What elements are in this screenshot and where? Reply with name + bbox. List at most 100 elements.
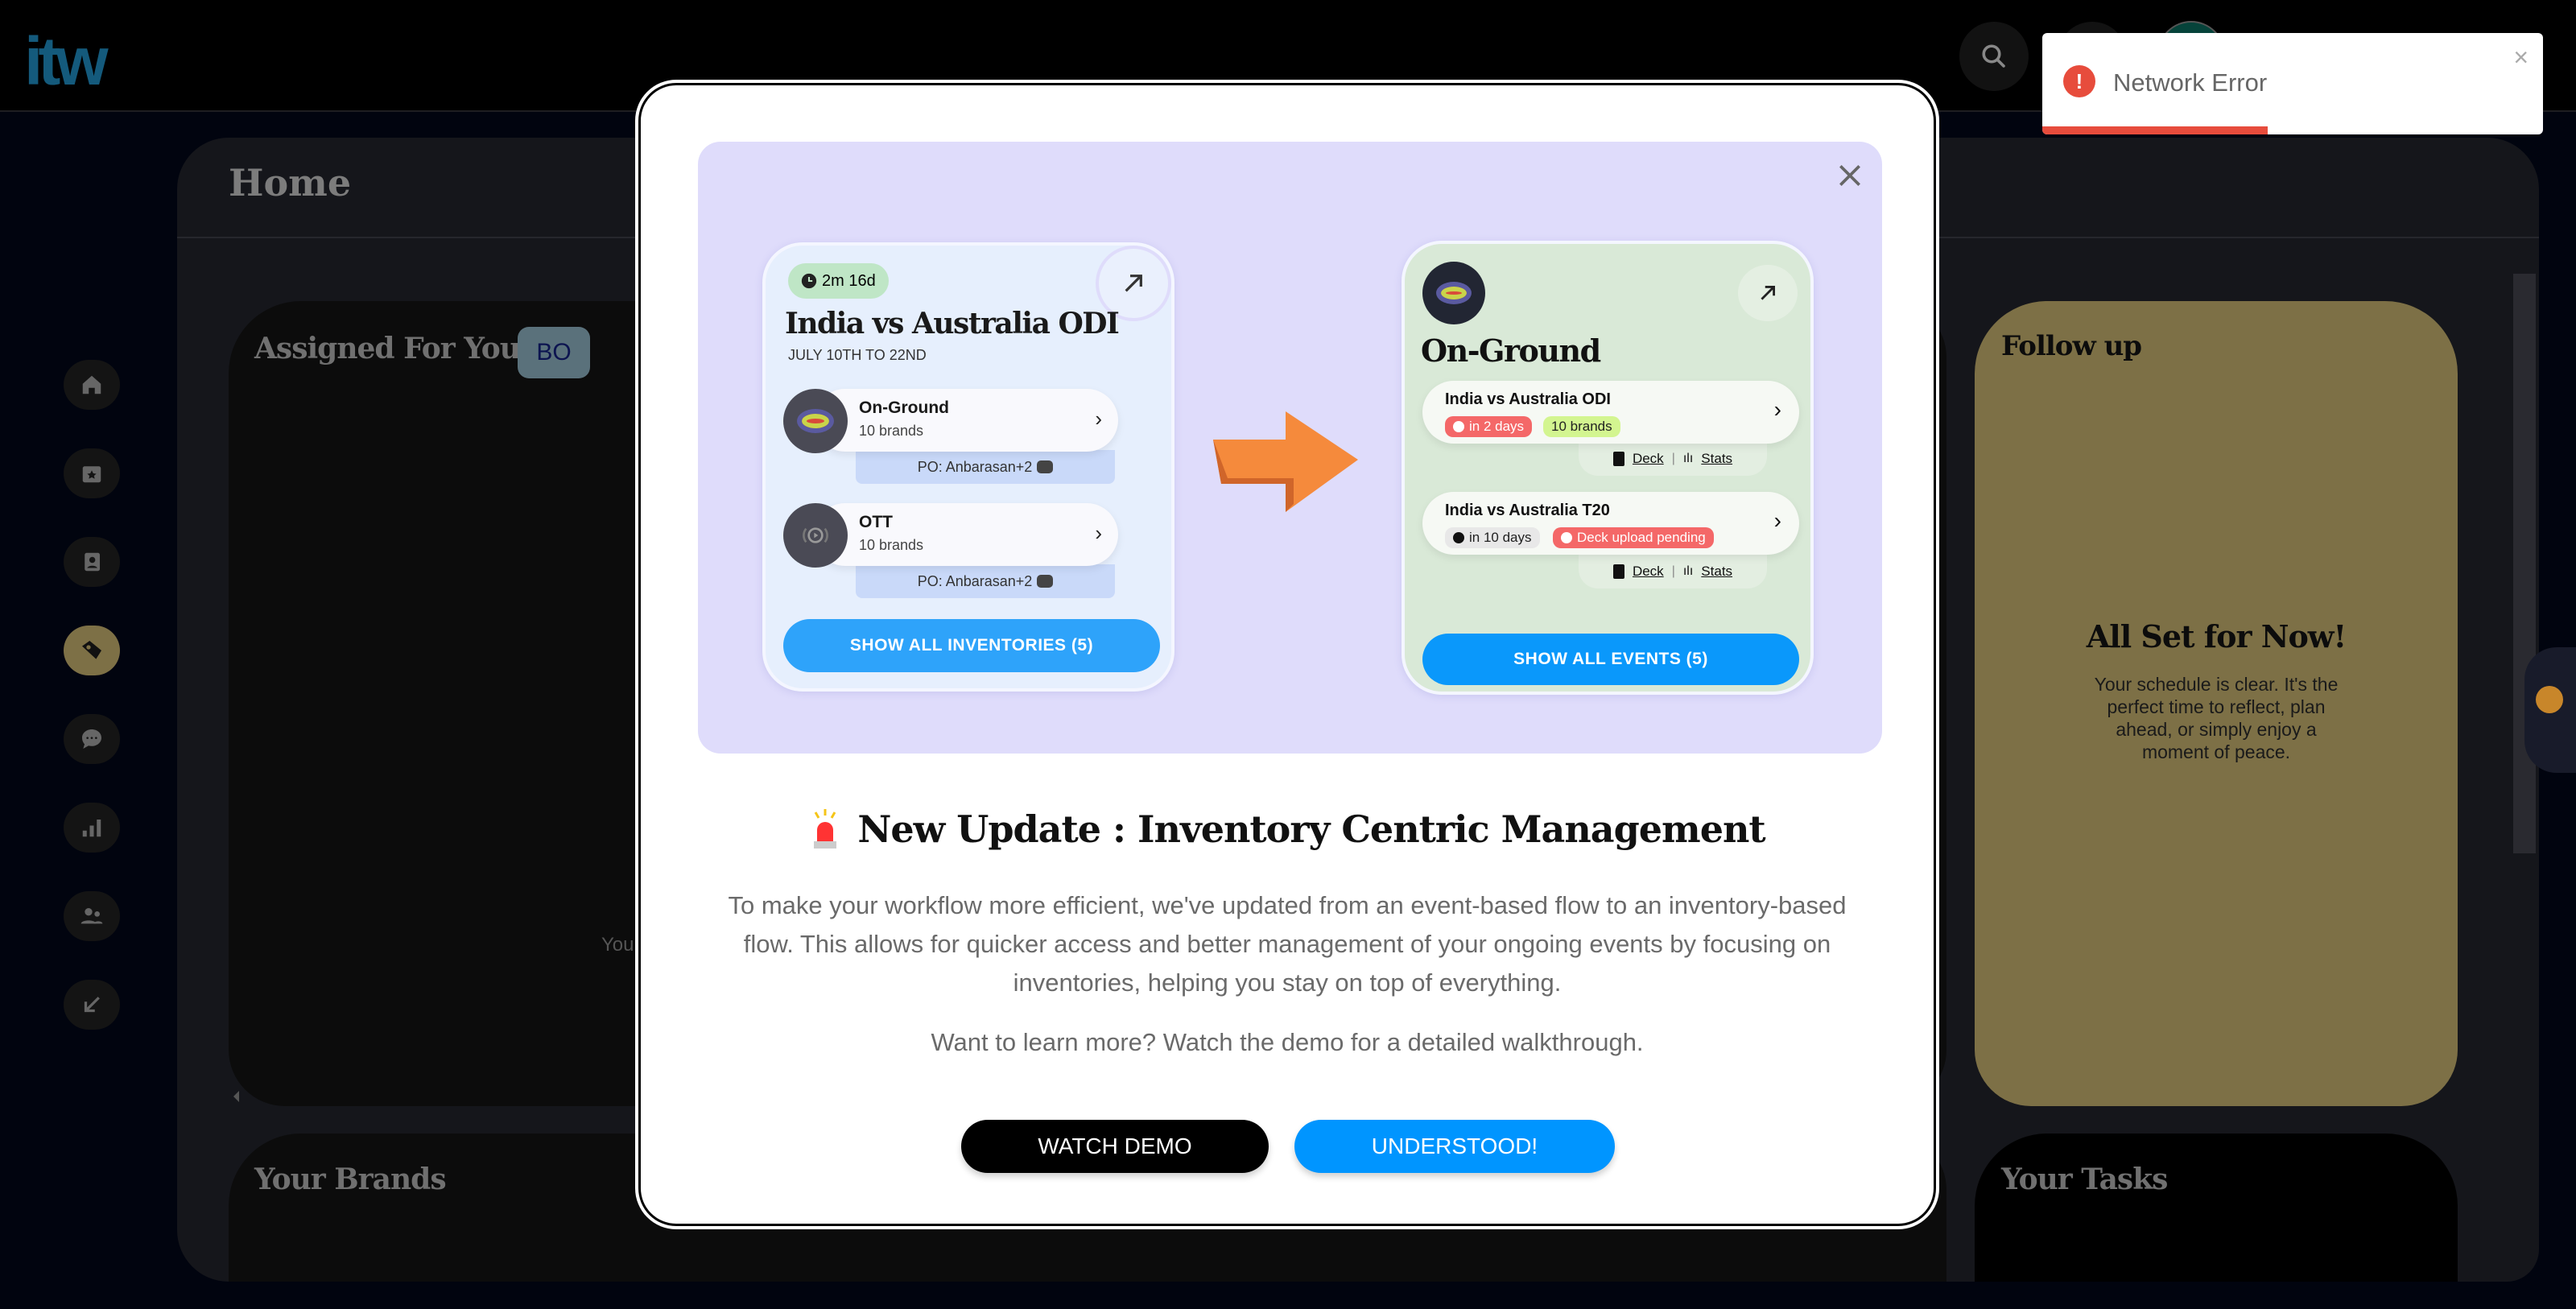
toast-message: Network Error — [2113, 68, 2268, 97]
toast-progress-bar — [2042, 126, 2268, 134]
close-icon — [1839, 165, 1860, 186]
warning-text: Deck upload pending — [1577, 530, 1706, 545]
timer-text: 2m 16d — [822, 271, 876, 290]
event-name: India vs Australia ODI — [1445, 390, 1611, 408]
tasks-card — [1975, 1134, 2458, 1282]
sidebar-item-messages[interactable] — [64, 714, 120, 764]
deck-link: Deck — [1632, 451, 1664, 466]
error-toast: ! Network Error × — [2042, 33, 2543, 134]
close-button[interactable] — [1834, 159, 1866, 192]
follow-up-empty-title: All Set for Now! — [2086, 618, 2347, 654]
modal-title-row: New Update : Inventory Centric Managemen… — [643, 807, 1931, 851]
users-icon — [80, 908, 103, 924]
sidebar-item-home[interactable] — [64, 360, 120, 410]
inventory-brands: 10 brands — [859, 537, 924, 553]
inventory-row: OTT 10 brands › — [814, 503, 1118, 566]
document-icon — [1612, 452, 1624, 466]
stats-icon: ılı — [1682, 564, 1694, 578]
contacts-icon — [85, 552, 100, 572]
toast-close-icon[interactable]: × — [2513, 43, 2529, 72]
clock-icon — [1453, 532, 1464, 543]
modal-description: To make your workflow more efficient, we… — [728, 891, 1847, 997]
logo[interactable]: itw — [24, 27, 109, 95]
alert-icon — [1561, 532, 1572, 543]
stadium-icon — [783, 389, 848, 453]
stats-link: Stats — [1701, 451, 1733, 466]
stats-icon: ılı — [1682, 452, 1694, 465]
event-row: India vs Australia T20 in 10 days Deck u… — [1422, 492, 1799, 555]
comment-icon — [1037, 460, 1054, 473]
chevron-right-icon: › — [1095, 521, 1102, 545]
due-badge: in 2 days — [1445, 416, 1533, 437]
deck-stats-tab: Deck | ılı Stats — [1579, 442, 1767, 476]
tasks-title: Your Tasks — [2001, 1162, 2168, 1196]
play-broadcast-icon — [783, 503, 848, 568]
assigned-empty-text: Your — [601, 934, 641, 956]
deck-link: Deck — [1632, 564, 1664, 579]
event-title: India vs Australia ODI — [785, 307, 1120, 341]
due-badge: in 10 days — [1445, 527, 1540, 548]
chevron-right-icon: › — [1773, 397, 1781, 422]
inventory-row: On-Ground 10 brands › — [814, 389, 1118, 452]
brands-title: Your Brands — [254, 1162, 447, 1196]
po-text: PO: Anbarasan+2 — [917, 572, 1033, 589]
comment-icon — [1037, 575, 1054, 588]
sidebar-item-inventory[interactable] — [64, 626, 120, 675]
calendar-star-icon — [82, 466, 101, 483]
inventory-card-preview: 2m 16d India vs Australia ODI JULY 10TH … — [762, 242, 1174, 692]
scrollbar[interactable] — [2513, 274, 2536, 853]
event-dates: JULY 10TH TO 22ND — [788, 347, 927, 363]
home-icon — [82, 375, 101, 394]
due-text: in 10 days — [1469, 530, 1532, 545]
stats-link: Stats — [1701, 564, 1733, 579]
assigned-title: Assigned For You — [254, 332, 521, 365]
inventory-brands: 10 brands — [859, 423, 924, 439]
sidebar-item-contacts[interactable] — [64, 537, 120, 587]
open-button — [1738, 265, 1798, 321]
bar-chart-icon — [82, 820, 101, 837]
illustration: 2m 16d India vs Australia ODI JULY 10TH … — [698, 142, 1882, 754]
po-text: PO: Anbarasan+2 — [917, 458, 1033, 475]
stadium-icon — [1422, 262, 1485, 324]
modal-title: New Update : Inventory Centric Managemen… — [857, 807, 1765, 851]
follow-up-title: Follow up — [2001, 330, 2142, 362]
scroll-left-arrow[interactable] — [233, 1091, 239, 1102]
inventory-title: On-Ground — [1421, 332, 1601, 369]
warning-badge: Deck upload pending — [1553, 527, 1714, 548]
help-widget[interactable] — [2524, 647, 2576, 773]
sidebar-item-analytics[interactable] — [64, 803, 120, 853]
sidebar-item-team[interactable] — [64, 891, 120, 941]
arrow-up-right-icon — [1125, 275, 1142, 292]
follow-up-empty-text: Your schedule is clear. It's the perfect… — [2094, 674, 2339, 762]
chat-icon — [82, 729, 101, 749]
events-card-preview: On-Ground Deck | ılı Stats India vs Aust… — [1402, 241, 1814, 695]
separator: | — [1671, 564, 1675, 578]
arrow-up-right-icon — [1761, 286, 1775, 300]
show-all-events-button: SHOW ALL EVENTS (5) — [1422, 634, 1799, 685]
tag-icon — [82, 641, 101, 659]
error-icon: ! — [2063, 65, 2095, 97]
modal-description-2: Want to learn more? Watch the demo for a… — [931, 1028, 1644, 1056]
sidebar-item-collapse[interactable] — [64, 980, 120, 1030]
chevron-right-icon: › — [1773, 508, 1781, 533]
inventory-name: On-Ground — [859, 398, 949, 417]
bo-badge[interactable]: BO — [518, 327, 590, 378]
deck-stats-tab: Deck | ılı Stats — [1579, 555, 1767, 588]
search-icon — [1982, 44, 2005, 68]
arrow-right-icon — [1213, 411, 1358, 512]
sidebar-item-events[interactable] — [64, 448, 120, 498]
watch-demo-button[interactable]: WATCH DEMO — [961, 1120, 1269, 1173]
po-tab: PO: Anbarasan+2 — [856, 450, 1115, 484]
event-name: India vs Australia T20 — [1445, 502, 1610, 519]
event-row: India vs Australia ODI in 2 days 10 bran… — [1422, 381, 1799, 444]
separator: | — [1671, 452, 1675, 465]
inventory-name: OTT — [859, 513, 893, 531]
show-all-inventories-button: SHOW ALL INVENTORIES (5) — [783, 619, 1160, 672]
understood-button[interactable]: UNDERSTOOD! — [1294, 1120, 1615, 1173]
search-button[interactable] — [1959, 22, 2029, 91]
po-tab: PO: Anbarasan+2 — [856, 564, 1115, 598]
chevron-right-icon: › — [1095, 407, 1102, 431]
document-icon — [1612, 564, 1624, 579]
update-modal: 2m 16d India vs Australia ODI JULY 10TH … — [641, 85, 1934, 1224]
timer-badge: 2m 16d — [788, 263, 889, 299]
